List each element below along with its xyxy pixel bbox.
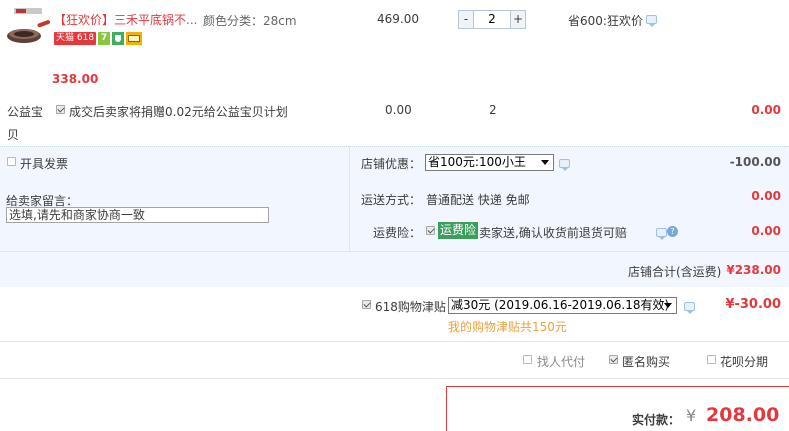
charity-checkbox[interactable]: [56, 105, 65, 114]
charity-qty: 2: [489, 103, 497, 117]
message-icon[interactable]: [646, 15, 657, 27]
pay-label: 实付款：: [632, 413, 681, 427]
chevron-down-icon: [541, 160, 549, 165]
insurance-checkbox[interactable]: [426, 226, 435, 235]
message-icon[interactable]: [684, 302, 695, 314]
shipping-label: 运送方式：: [361, 193, 422, 207]
product-title[interactable]: 【狂欢价】三禾平底锅不...: [54, 11, 197, 28]
promo-text: 省600:狂欢价: [568, 14, 643, 28]
shop-options-divider: [349, 146, 350, 251]
allowance-label: 618购物津贴: [375, 300, 446, 314]
invoice-checkbox[interactable]: [7, 157, 16, 166]
installment-label: 花呗分期: [720, 355, 769, 369]
quantity-stepper[interactable]: - 2 +: [458, 10, 526, 29]
shield-icon: [112, 32, 125, 45]
options-divider-top: [0, 341, 789, 342]
title-text[interactable]: 三禾平底锅不...: [114, 13, 197, 27]
invoice-label: 开具发票: [20, 157, 69, 171]
title-tag: 【狂欢价】: [54, 13, 115, 27]
charity-label: 公益宝贝: [7, 105, 44, 142]
allowance-amount: ¥-30.00: [725, 297, 781, 312]
options-divider-bottom: [0, 378, 789, 379]
quantity-minus-button[interactable]: -: [458, 10, 474, 29]
proxy-pay-checkbox[interactable]: [523, 355, 532, 364]
item-subtotal: 338.00: [52, 72, 99, 86]
sku-label: 颜色分类：: [203, 14, 264, 28]
shipping-amount: 0.00: [751, 189, 781, 203]
allowance-select[interactable]: 减30元 (2019.06.16-2019.06.18有效): [448, 297, 677, 314]
shop-total-label: 店铺合计(含运费): [628, 265, 722, 279]
insurance-text: 卖家送,确认收货前退货可赔: [479, 226, 627, 240]
quantity-input[interactable]: 2: [474, 10, 510, 29]
message-icon[interactable]: [656, 228, 667, 240]
shipping-value: 普通配送 快递 免邮: [426, 193, 530, 207]
pay-amount: 208.00: [706, 404, 780, 426]
tmall-badge-label: 天猫: [56, 33, 75, 43]
insurance-label: 运费险：: [373, 226, 422, 240]
sku-value: 28cm: [263, 14, 297, 28]
sku-info: 颜色分类：28cm: [203, 12, 297, 29]
shop-discount-selected: 省100元:100小王: [428, 155, 526, 169]
allowance-note: 我的购物津贴共150元: [448, 320, 567, 334]
credit-card-icon: [126, 32, 143, 45]
proxy-pay-label: 找人代付: [537, 355, 586, 369]
shop-discount-select[interactable]: 省100元:100小王: [425, 154, 554, 171]
message-icon[interactable]: [559, 159, 570, 171]
unit-price: 469.00: [377, 12, 419, 26]
help-icon[interactable]: ?: [667, 226, 678, 237]
shop-discount-label: 店铺优惠：: [361, 157, 422, 171]
shop-total-separator: [0, 251, 789, 252]
shop-discount-amount: -100.00: [729, 155, 781, 169]
pay-currency: ¥: [686, 406, 697, 425]
allowance-checkbox[interactable]: [362, 300, 371, 309]
chevron-down-icon: [664, 303, 672, 308]
quantity-plus-button[interactable]: +: [510, 10, 526, 29]
charity-price: 0.00: [385, 103, 412, 117]
installment-checkbox[interactable]: [707, 355, 716, 364]
charity-text: 成交后卖家将捐赠0.02元给公益宝贝计划: [69, 105, 288, 119]
product-badges: 天猫 618 7: [54, 32, 143, 45]
seven-day-return-badge: 7: [98, 32, 111, 45]
allowance-selected: 减30元 (2019.06.16-2019.06.18有效): [451, 298, 670, 312]
insurance-amount: 0.00: [751, 224, 781, 238]
anonymous-label: 匿名购买: [622, 355, 671, 369]
shop-total-value: ¥238.00: [726, 263, 781, 277]
seller-message-input[interactable]: 选填,请先和商家协商一致: [6, 207, 269, 223]
charity-total: 0.00: [751, 103, 781, 117]
618-badge-label: 618: [76, 33, 95, 43]
tmall-badge: 天猫 618: [54, 32, 97, 45]
anonymous-checkbox[interactable]: [609, 355, 618, 364]
product-thumbnail[interactable]: [4, 8, 51, 48]
insurance-tag: 运费险: [438, 222, 479, 239]
